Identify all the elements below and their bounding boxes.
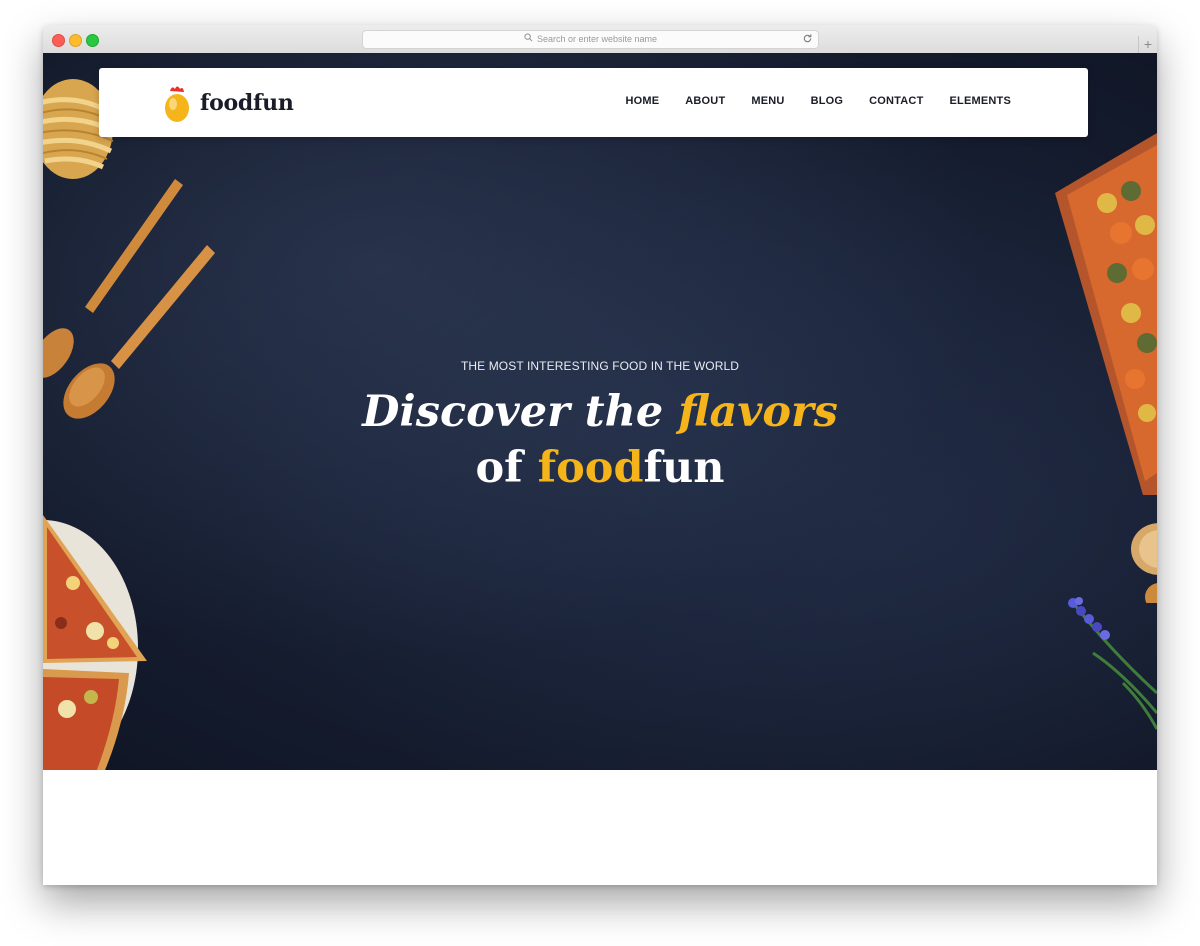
close-window-button[interactable] [52,34,65,47]
content-area [43,770,1157,885]
headline-text: Discover the [362,387,679,437]
nav-blog[interactable]: BLOG [811,95,844,107]
site-header: foodfun HOME ABOUT MENU BLOG CONTACT ELE… [99,68,1088,137]
nav-contact[interactable]: CONTACT [869,95,923,107]
nav-elements[interactable]: ELEMENTS [950,95,1012,107]
headline-text: fun [643,443,725,493]
lavender-decoration [1068,597,1157,730]
headline-line-1: Discover the flavors [43,384,1157,440]
nav-about[interactable]: ABOUT [685,95,725,107]
nav-home[interactable]: HOME [625,95,659,107]
reload-icon[interactable] [802,33,813,50]
headline-text: of [475,443,538,493]
headline-line-2: of foodfun [43,440,1157,496]
hero-section: foodfun HOME ABOUT MENU BLOG CONTACT ELE… [43,53,1157,770]
hero-eyebrow: THE MOST INTERESTING FOOD IN THE WORLD [460,359,740,373]
search-icon [524,31,533,48]
headline-highlight: food [537,443,644,493]
headline-highlight: flavors [678,387,838,437]
hero-headline: Discover the flavors of foodfun [43,384,1157,496]
minimize-window-button[interactable] [69,34,82,47]
nav-menu[interactable]: MENU [751,95,784,107]
zoom-window-button[interactable] [86,34,99,47]
new-tab-button[interactable]: + [1138,36,1157,53]
chicken-egg-logo-icon [165,86,189,122]
wooden-bowl-decoration [1131,523,1157,603]
site-logo[interactable]: foodfun [163,82,294,124]
browser-toolbar: Search or enter website name + [43,25,1157,54]
address-placeholder: Search or enter website name [536,34,658,44]
main-navigation: HOME ABOUT MENU BLOG CONTACT ELEMENTS [599,95,1011,107]
browser-window: Search or enter website name + foodfun H… [43,25,1157,885]
brand-name: foodfun [200,90,294,116]
address-bar[interactable]: Search or enter website name [362,30,819,49]
pizza-decoration [43,515,147,770]
hero-text-block: THE MOST INTERESTING FOOD IN THE WORLD D… [43,359,1157,496]
